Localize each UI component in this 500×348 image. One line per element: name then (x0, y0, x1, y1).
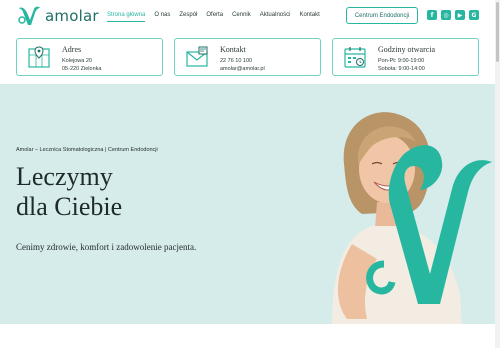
hours-box: Godziny otwarcia Pon-Pt: 9:00-19:00 Sobo… (332, 38, 479, 76)
hours-weekdays: Pon-Pt: 9:00-19:00 (378, 58, 425, 64)
hero-title: Leczymy dla Ciebie (16, 162, 122, 222)
envelope-icon (186, 46, 208, 67)
nav-item-news[interactable]: Aktualności (260, 11, 291, 22)
contact-box: Kontakt 22 76 10 100 amolar@amolar.pl (174, 38, 321, 76)
hero-title-line1: Leczymy (16, 162, 113, 191)
address-street: Kolejowa 20 (62, 58, 92, 64)
nav-item-team[interactable]: Zespół (179, 11, 197, 22)
hero-section: Amolar – Lecznica Stomatologiczna | Cent… (0, 84, 500, 324)
logo[interactable]: amolar (16, 4, 99, 28)
endodontics-center-button[interactable]: Centrum Endodoncji (346, 7, 418, 24)
main-nav: Strona główna O nas Zespół Oferta Cennik… (107, 11, 329, 22)
social-links: f ◎ ▶ G (427, 10, 483, 20)
hero-subtitle: Amolar – Lecznica Stomatologiczna | Cent… (16, 147, 158, 153)
facebook-icon[interactable]: f (427, 10, 437, 20)
hours-title: Godziny otwarcia (378, 45, 436, 54)
instagram-icon[interactable]: ◎ (441, 10, 451, 20)
address-box: Adres Kolejowa 20 05-220 Zielonka (16, 38, 163, 76)
hero-woman-image (332, 112, 492, 324)
logo-mark-icon (18, 6, 40, 25)
hero-title-line2: dla Ciebie (16, 192, 123, 221)
contact-email[interactable]: amolar@amolar.pl (220, 66, 265, 72)
map-icon (28, 46, 50, 68)
contact-title: Kontakt (220, 45, 246, 54)
nav-item-offer[interactable]: Oferta (206, 11, 223, 22)
hours-saturday: Sobota: 9:00-14:00 (378, 66, 425, 72)
nav-item-prices[interactable]: Cennik (232, 11, 251, 22)
scrollbar-thumb[interactable] (496, 2, 499, 62)
contact-phone[interactable]: 22 76 10 100 (220, 58, 252, 64)
nav-item-about[interactable]: O nas (154, 11, 170, 22)
calendar-icon (344, 47, 366, 68)
nav-item-contact[interactable]: Kontakt (299, 11, 319, 22)
info-bar: Adres Kolejowa 20 05-220 Zielonka Kontak… (0, 32, 500, 84)
site-header: amolar Strona główna O nas Zespół Oferta… (0, 0, 500, 32)
address-city: 05-220 Zielonka (62, 66, 102, 72)
hero-lead: Cenimy zdrowie, komfort i zadowolenie pa… (16, 242, 197, 252)
nav-item-home[interactable]: Strona główna (107, 11, 146, 22)
google-icon[interactable]: G (469, 10, 479, 20)
brand-name: amolar (45, 7, 99, 25)
address-title: Adres (62, 45, 82, 54)
youtube-icon[interactable]: ▶ (455, 10, 465, 20)
